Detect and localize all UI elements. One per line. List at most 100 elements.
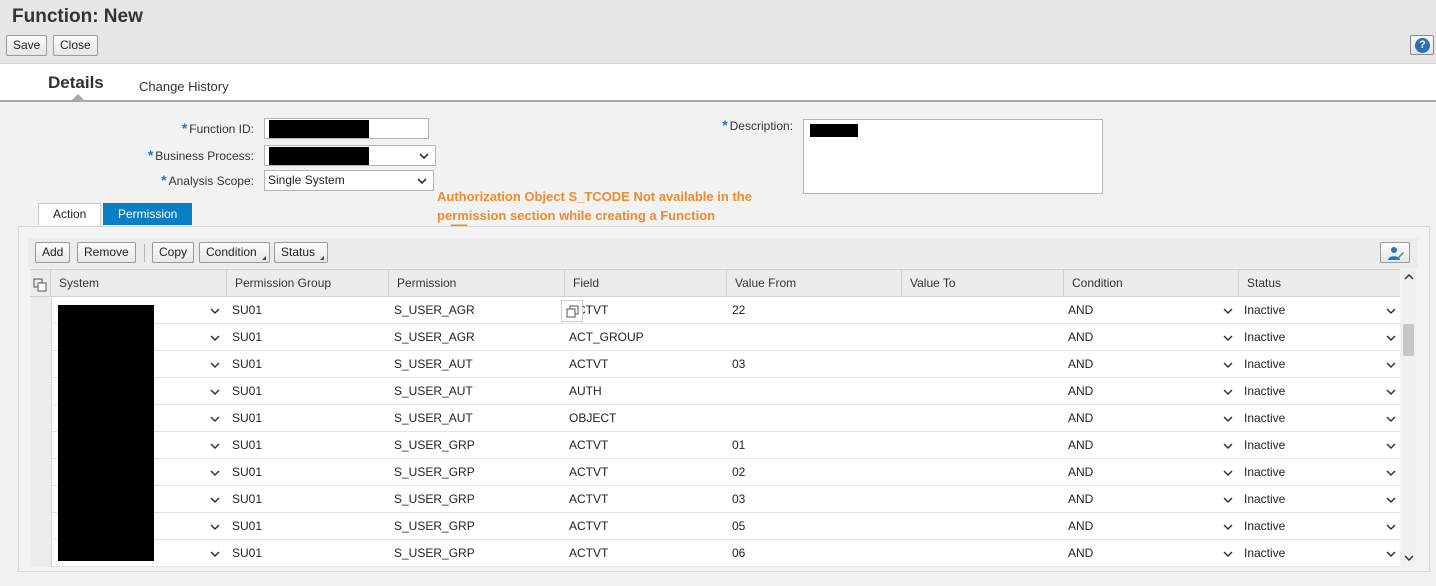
analysis-scope-dropdown[interactable]: Single System [264,170,434,191]
row-selector[interactable] [30,432,52,459]
chevron-down-icon[interactable] [1223,334,1233,342]
cell-value-from[interactable]: 06 [732,540,745,567]
chevron-down-icon[interactable] [1386,307,1396,315]
table-row[interactable]: SU01 S_USER_GRP ACTVT 03 AND Inactive [30,486,1400,513]
cell-condition[interactable]: AND [1068,513,1093,540]
chevron-down-icon[interactable] [1223,496,1233,504]
table-row[interactable]: SU01 S_USER_GRP ACTVT 02 AND Inactive [30,459,1400,486]
save-button[interactable]: Save [6,35,48,56]
table-row[interactable]: SU01 S_USER_GRP ACTVT 01 AND Inactive [30,432,1400,459]
column-header-status[interactable]: Status [1238,270,1400,297]
cell-status[interactable]: Inactive [1244,378,1285,405]
chevron-down-icon[interactable] [1223,523,1233,531]
chevron-down-icon[interactable] [210,523,220,531]
cell-status[interactable]: Inactive [1244,432,1285,459]
cell-status[interactable]: Inactive [1244,405,1285,432]
cell-status[interactable]: Inactive [1244,297,1285,324]
grid-scrollbar[interactable] [1401,269,1416,567]
add-button[interactable]: Add [35,242,71,263]
help-button[interactable]: ? [1410,35,1434,55]
cell-value-from[interactable]: 22 [732,297,745,324]
table-row[interactable]: SU01 S_USER_AUT OBJECT AND Inactive [30,405,1400,432]
row-selector[interactable] [30,378,52,405]
column-header-permission-group[interactable]: Permission Group [226,270,388,297]
scroll-thumb[interactable] [1403,324,1414,356]
row-selector[interactable] [30,486,52,513]
copy-button[interactable]: Copy [152,242,195,263]
chevron-down-icon[interactable] [1386,334,1396,342]
column-header-value-to[interactable]: Value To [901,270,1063,297]
cell-condition[interactable]: AND [1068,378,1093,405]
cell-condition[interactable]: AND [1068,432,1093,459]
cell-condition[interactable]: AND [1068,459,1093,486]
table-row[interactable]: SU01 S_USER_AUT ACTVT 03 AND Inactive [30,351,1400,378]
function-id-field[interactable] [264,118,429,139]
tab-change-history[interactable]: Change History [139,79,229,94]
chevron-down-icon[interactable] [1386,496,1396,504]
chevron-down-icon[interactable] [210,307,220,315]
tab-details[interactable]: Details [48,73,104,93]
chevron-down-icon[interactable] [210,334,220,342]
chevron-down-icon[interactable] [1223,307,1233,315]
chevron-down-icon[interactable] [1386,523,1396,531]
cell-status[interactable]: Inactive [1244,459,1285,486]
chevron-down-icon[interactable] [210,361,220,369]
cell-status[interactable]: Inactive [1244,513,1285,540]
chevron-down-icon[interactable] [1223,361,1233,369]
condition-menu-button[interactable]: Condition [199,242,270,263]
chevron-down-icon[interactable] [210,550,220,558]
table-row[interactable]: SU01 S_USER_AGR ACT_GROUP AND Inactive [30,324,1400,351]
row-selector[interactable] [30,540,52,567]
cell-value-from[interactable]: 01 [732,432,745,459]
cell-status[interactable]: Inactive [1244,351,1285,378]
chevron-down-icon[interactable] [1223,415,1233,423]
scroll-down-icon[interactable] [1404,554,1414,562]
chevron-down-icon[interactable] [1386,550,1396,558]
chevron-down-icon[interactable] [210,415,220,423]
tab-action[interactable]: Action [38,203,102,225]
chevron-down-icon[interactable] [1223,469,1233,477]
chevron-down-icon[interactable] [1386,469,1396,477]
cell-condition[interactable]: AND [1068,540,1093,567]
cell-condition[interactable]: AND [1068,486,1093,513]
column-header-field[interactable]: Field [564,270,726,297]
row-selector[interactable] [30,405,52,432]
cell-condition[interactable]: AND [1068,351,1093,378]
cell-status[interactable]: Inactive [1244,540,1285,567]
row-selector[interactable] [30,297,52,324]
cell-condition[interactable]: AND [1068,405,1093,432]
table-row[interactable]: SU01 S_USER_GRP ACTVT 06 AND Inactive [30,540,1400,567]
cell-condition[interactable]: AND [1068,324,1093,351]
chevron-down-icon[interactable] [1223,388,1233,396]
chevron-down-icon[interactable] [1386,388,1396,396]
select-all-icon[interactable] [33,278,47,292]
chevron-down-icon[interactable] [210,469,220,477]
row-selector[interactable] [30,459,52,486]
chevron-down-icon[interactable] [1386,361,1396,369]
remove-button[interactable]: Remove [77,242,136,263]
copy-cell-button[interactable] [561,300,583,322]
row-selector[interactable] [30,351,52,378]
table-row[interactable]: SU01 S_USER_AUT AUTH AND Inactive [30,378,1400,405]
chevron-down-icon[interactable] [1223,442,1233,450]
column-header-permission[interactable]: Permission [388,270,564,297]
row-selector[interactable] [30,513,52,540]
cell-status[interactable]: Inactive [1244,324,1285,351]
chevron-down-icon[interactable] [210,442,220,450]
chevron-down-icon[interactable] [210,388,220,396]
scroll-up-icon[interactable] [1404,273,1414,281]
chevron-down-icon[interactable] [210,496,220,504]
cell-condition[interactable]: AND [1068,297,1093,324]
cell-value-from[interactable]: 03 [732,486,745,513]
chevron-down-icon[interactable] [1386,415,1396,423]
cell-value-from[interactable]: 05 [732,513,745,540]
cell-status[interactable]: Inactive [1244,486,1285,513]
tab-permission[interactable]: Permission [103,203,193,225]
table-row[interactable]: SU01 S_USER_GRP ACTVT 05 AND Inactive [30,513,1400,540]
business-process-dropdown[interactable] [264,145,436,166]
personalize-button[interactable] [1380,242,1410,263]
chevron-down-icon[interactable] [1223,550,1233,558]
description-textarea[interactable] [803,119,1103,194]
table-row[interactable]: SU01 S_USER_AGR ACTVT 22 AND Inactive [30,297,1400,324]
cell-value-from[interactable]: 03 [732,351,745,378]
